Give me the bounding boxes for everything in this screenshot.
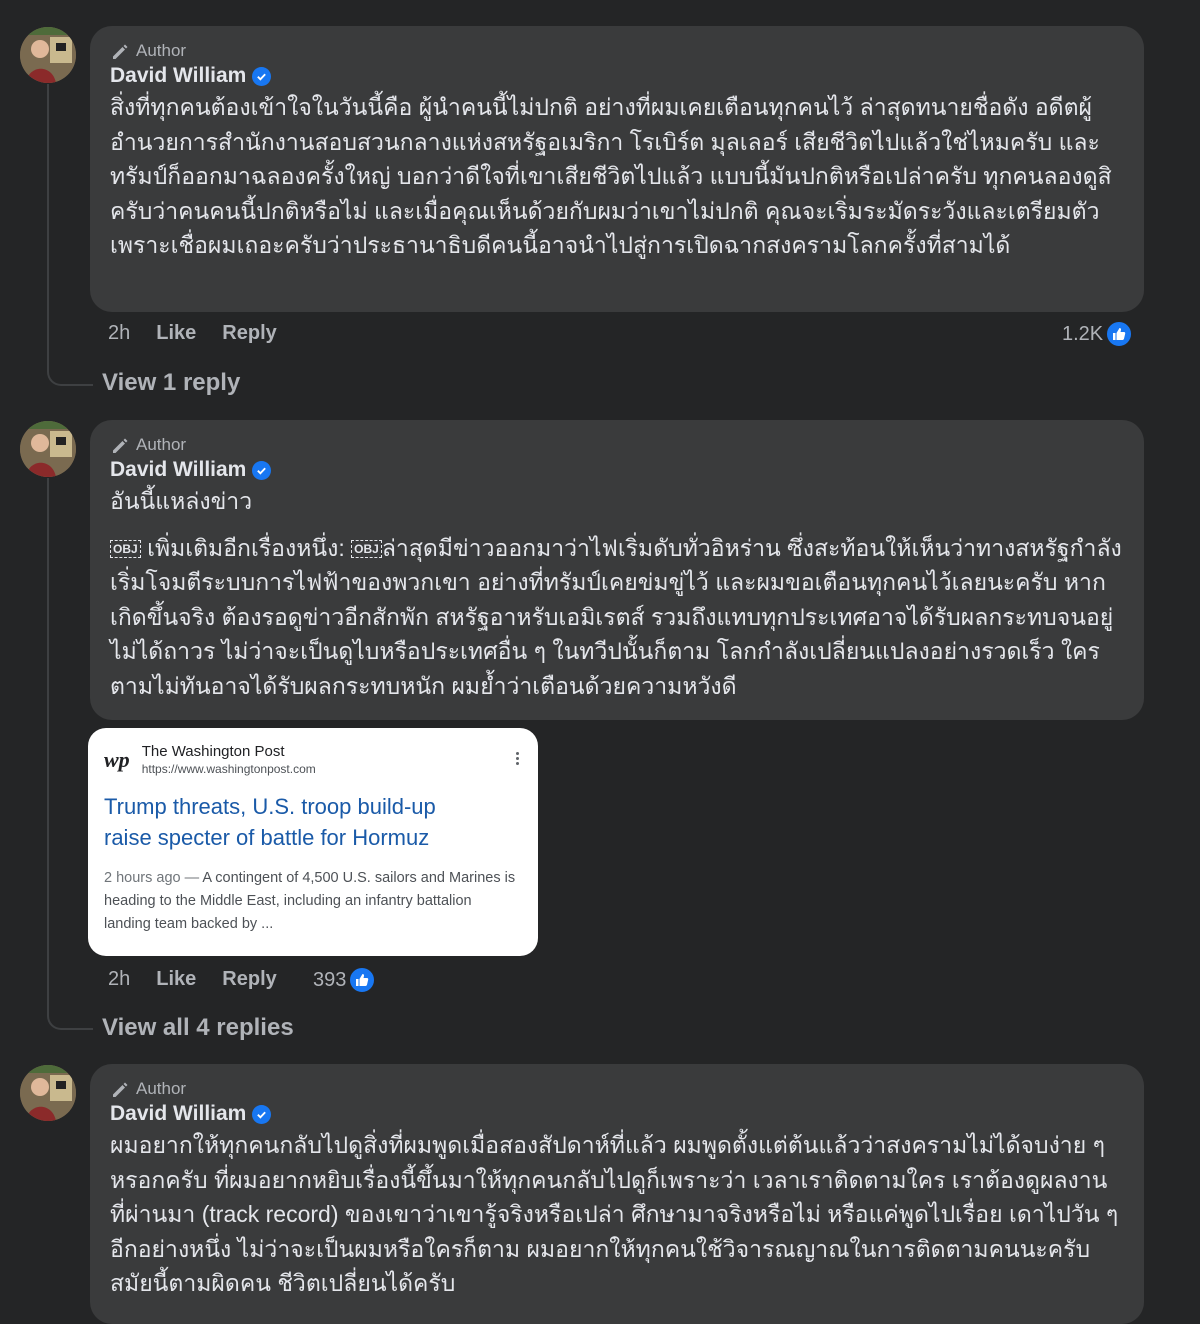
- commenter-name[interactable]: David William: [110, 62, 246, 90]
- pencil-icon: [113, 1082, 128, 1097]
- avatar[interactable]: [20, 1065, 76, 1121]
- avatar-image: [20, 27, 76, 83]
- comment-text: ผมอยากให้ทุกคนกลับไปดูสิ่งที่ผมพูดเมื่อส…: [110, 1132, 1119, 1296]
- verified-check-icon: [252, 66, 272, 86]
- avatar[interactable]: [20, 421, 76, 477]
- washington-post-logo: wp: [104, 746, 130, 772]
- comment-actions: 2h Like Reply: [108, 968, 277, 991]
- link-age: 2 hours ago: [104, 870, 181, 886]
- comment-actions: 2h Like Reply: [108, 322, 277, 345]
- comment-text: สิ่งที่ทุกคนต้องเข้าใจในวันนี้คือ ผู้นำค…: [110, 94, 1112, 258]
- thread-elbow: [47, 995, 93, 1030]
- reaction-count[interactable]: 393: [313, 966, 377, 994]
- avatar-image: [20, 421, 76, 477]
- comment-bubble: Author David William ผมอยากให้ทุกคนกลับไ…: [90, 1064, 1144, 1324]
- kebab-menu-icon[interactable]: [516, 750, 520, 767]
- reply-button[interactable]: Reply: [222, 322, 276, 345]
- author-badge: Author: [110, 1078, 1122, 1100]
- reply-button[interactable]: Reply: [222, 968, 276, 991]
- commenter-name[interactable]: David William: [110, 456, 246, 484]
- commenter-name[interactable]: David William: [110, 1100, 246, 1128]
- author-badge-label: Author: [136, 41, 187, 60]
- link-headline[interactable]: Trump threats, U.S. troop build-up raise…: [104, 791, 484, 853]
- like-button[interactable]: Like: [156, 322, 196, 345]
- thread-line: [47, 478, 49, 1013]
- object-placeholder-icon: OBJ: [110, 539, 141, 558]
- reaction-count-label: 393: [313, 968, 347, 991]
- pencil-icon: [113, 438, 128, 453]
- reaction-count[interactable]: 1.2K: [1062, 320, 1134, 348]
- object-placeholder-icon: OBJ: [351, 539, 382, 558]
- verified-check-icon: [252, 460, 272, 480]
- link-source: The Washington Post: [141, 743, 285, 760]
- link-preview-card[interactable]: wp The Washington Post https://www.washi…: [88, 728, 538, 956]
- comment-bubble: Author David William อันนี้แหล่งข่าว OBJ…: [90, 420, 1144, 720]
- pencil-icon: [113, 44, 128, 59]
- author-badge: Author: [110, 434, 1122, 456]
- view-replies-link[interactable]: View 1 reply: [102, 369, 240, 397]
- comment-text-part: เพิ่มเติมอีกเรื่องหนึ่ง:: [140, 534, 352, 561]
- verified-check-icon: [252, 1104, 272, 1124]
- link-snippet: 2 hours ago — A contingent of 4,500 U.S.…: [104, 867, 520, 936]
- like-button[interactable]: Like: [156, 968, 196, 991]
- author-badge-label: Author: [136, 1079, 187, 1098]
- reaction-count-label: 1.2K: [1062, 322, 1104, 345]
- comment-text: อันนี้แหล่งข่าว: [110, 488, 253, 514]
- author-badge: Author: [110, 40, 1122, 62]
- thumbs-up-icon: [1105, 320, 1134, 348]
- comment-bubble: Author David William สิ่งที่ทุกคนต้องเข้…: [90, 26, 1144, 312]
- comment-timestamp[interactable]: 2h: [108, 322, 130, 345]
- thread-elbow: [47, 350, 93, 386]
- thread-line: [47, 84, 49, 368]
- view-replies-link[interactable]: View all 4 replies: [102, 1014, 294, 1042]
- link-separator: —: [184, 870, 200, 886]
- author-badge-label: Author: [136, 435, 187, 454]
- comment-timestamp[interactable]: 2h: [108, 968, 130, 991]
- comment-text-continued: OBJ เพิ่มเติมอีกเรื่องหนึ่ง: OBJ ล่าสุดมี…: [110, 531, 1122, 704]
- link-url: https://www.washingtonpost.com: [141, 762, 316, 776]
- avatar[interactable]: [20, 27, 76, 83]
- avatar-image: [20, 1065, 76, 1121]
- thumbs-up-icon: [348, 966, 377, 994]
